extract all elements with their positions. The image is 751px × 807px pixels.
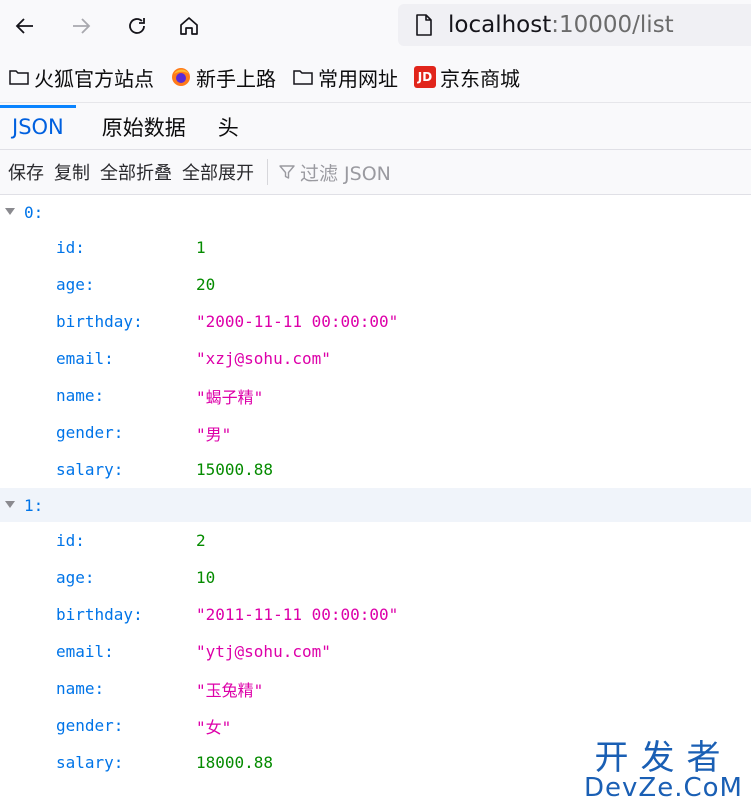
tab-json[interactable]: JSON [0,105,76,149]
navigation-toolbar: localhost:10000/list [0,0,751,52]
json-row: gender: "男" [0,414,751,451]
json-row: salary: 15000.88 [0,451,751,488]
json-record-0[interactable]: 0: [0,195,751,229]
json-key: salary: [56,460,124,479]
json-key: email: [56,349,114,368]
record-index: 0: [24,202,44,222]
json-key: birthday: [56,605,143,624]
json-key: id: [56,238,85,257]
json-value: 20 [196,275,216,294]
json-row: birthday: "2011-11-11 00:00:00" [0,596,751,633]
json-record-1[interactable]: 1: [0,488,751,522]
json-row: age: 10 [0,559,751,596]
json-value: "2011-11-11 00:00:00" [196,605,399,624]
watermark-chinese: 开发者 [594,738,733,778]
json-key: age: [56,275,95,294]
filter-json-input[interactable]: 过滤 JSON [278,159,391,186]
json-row: name: "蝎子精" [0,377,751,414]
tab-headers[interactable]: 头 [206,105,251,149]
json-key: id: [56,531,85,550]
copy-button[interactable]: 复制 [49,159,95,185]
watermark-logo: 开发者 DevZe.CoM [584,741,743,801]
bookmark-getting-started[interactable]: 新手上路 [170,63,276,92]
json-key: gender: [56,716,124,735]
url-bar[interactable]: localhost:10000/list [398,4,751,46]
json-value: "男" [196,424,232,444]
bookmark-label: 火狐官方站点 [34,66,154,91]
json-key: email: [56,642,114,661]
page-icon [416,14,432,36]
json-row: email: "xzj@sohu.com" [0,340,751,377]
json-row: email: "ytj@sohu.com" [0,633,751,670]
jd-icon: JD [414,66,436,88]
watermark-english: DevZe.CoM [584,773,743,803]
tab-raw-data[interactable]: 原始数据 [90,105,198,149]
filter-placeholder: 过滤 JSON [300,162,391,185]
expand-triangle-icon[interactable] [5,208,15,215]
bookmark-label: 新手上路 [196,66,276,91]
collapse-all-button[interactable]: 全部折叠 [95,159,177,185]
expand-all-button[interactable]: 全部展开 [177,159,259,185]
folder-icon [292,66,314,88]
json-value: "xzj@sohu.com" [196,349,331,368]
filter-funnel-icon [279,165,295,179]
back-arrow-icon [15,18,33,34]
bookmark-label: 常用网址 [318,66,398,91]
bookmark-common-sites[interactable]: 常用网址 [292,63,398,92]
toolbar-divider [267,159,268,185]
json-tree: 0: id: 1 age: 20 birthday: "2000-11-11 00:0… [0,195,751,781]
record-index: 1: [24,495,44,515]
json-row: age: 20 [0,266,751,303]
bookmarks-toolbar: 火狐官方站点 新手上路 常用网址 JD 京东商城 [0,52,751,103]
json-key: birthday: [56,312,143,331]
json-row: name: "玉兔精" [0,670,751,707]
json-key: age: [56,568,95,587]
json-value: 18000.88 [196,753,274,772]
save-button[interactable]: 保存 [0,159,49,185]
json-value: 10 [196,568,216,587]
url-path: :10000/list [551,12,674,38]
json-key: name: [56,386,105,405]
json-value: "女" [196,717,232,737]
expand-triangle-icon[interactable] [5,501,15,508]
json-value: "玉兔精" [196,680,264,700]
back-button[interactable] [8,9,42,43]
json-value: 1 [196,238,206,257]
json-value: 15000.88 [196,460,274,479]
json-value: "蝎子精" [196,387,264,407]
folder-icon [8,66,30,88]
url-text[interactable]: localhost:10000/list [448,12,674,38]
reload-icon [129,18,145,34]
json-toolbar: 保存 复制 全部折叠 全部展开 过滤 JSON [0,150,751,195]
json-value: "ytj@sohu.com" [196,642,331,661]
json-value: "2000-11-11 00:00:00" [196,312,399,331]
bookmark-firefox-official[interactable]: 火狐官方站点 [8,63,154,92]
json-row: id: 2 [0,522,751,559]
url-host: localhost [448,12,552,38]
json-row: id: 1 [0,229,751,266]
json-key: gender: [56,423,124,442]
json-value: 2 [196,531,206,550]
reload-button[interactable] [120,9,154,43]
firefox-icon [170,66,192,88]
json-key: salary: [56,753,124,772]
home-button[interactable] [172,9,206,43]
json-key: name: [56,679,105,698]
home-icon [180,17,198,35]
bookmark-label: 京东商城 [440,66,520,91]
json-row: birthday: "2000-11-11 00:00:00" [0,303,751,340]
bookmark-jd-mall[interactable]: JD 京东商城 [414,63,520,92]
forward-arrow-icon [73,18,91,34]
forward-button[interactable] [64,9,98,43]
viewer-tabs: JSON 原始数据 头 [0,103,751,150]
